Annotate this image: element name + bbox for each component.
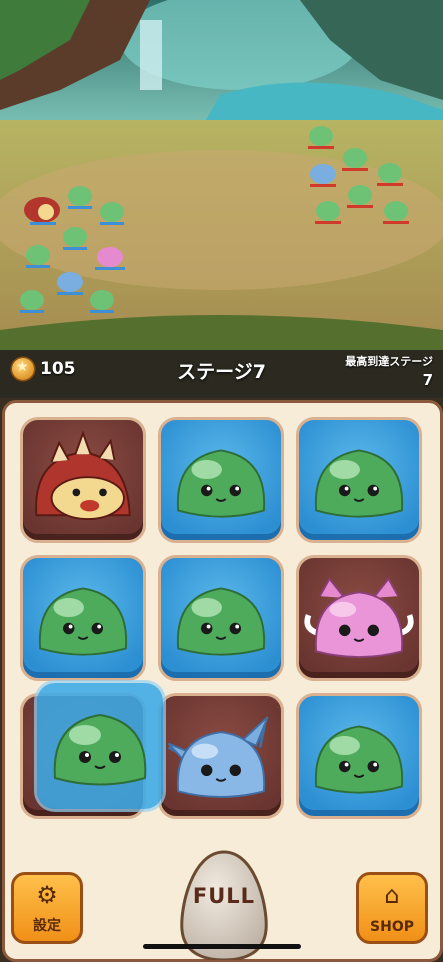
shop-label: SHOP — [370, 919, 414, 935]
house-icon: ⌂ — [384, 881, 400, 909]
merge-cell[interactable] — [296, 555, 422, 681]
green-slime-icon — [53, 713, 147, 786]
best-stage: 最高到達ステージ 7 — [345, 353, 433, 389]
settings-label: 設定 — [33, 918, 61, 934]
blue-cat-slime-icon — [167, 716, 269, 798]
best-stage-value: 7 — [422, 371, 433, 389]
best-stage-label: 最高到達ステージ — [345, 355, 433, 368]
green-slime-icon — [38, 587, 128, 656]
pink-winged-slime-icon — [304, 577, 414, 658]
merge-cell[interactable] — [20, 417, 146, 543]
settings-button[interactable]: ⚙ 設定 — [11, 872, 83, 944]
green-slime-icon — [314, 449, 404, 518]
home-indicator — [143, 944, 301, 949]
merge-cell[interactable] — [20, 555, 146, 681]
merge-cell[interactable] — [296, 693, 422, 819]
green-slime-icon — [176, 587, 266, 656]
gear-icon: ⚙ — [36, 881, 58, 909]
egg-status-label: FULL — [192, 884, 256, 908]
merge-cell[interactable] — [158, 555, 284, 681]
green-slime-icon — [314, 725, 404, 794]
merge-cell[interactable] — [158, 693, 284, 819]
red-hedgehog-icon — [35, 430, 131, 520]
merge-cell[interactable] — [296, 417, 422, 543]
dragged-monster-tile[interactable] — [37, 683, 163, 809]
battle-field — [0, 0, 443, 398]
green-slime-icon — [176, 449, 266, 518]
shop-button[interactable]: ⌂ SHOP — [356, 872, 428, 944]
merge-cell[interactable] — [158, 417, 284, 543]
